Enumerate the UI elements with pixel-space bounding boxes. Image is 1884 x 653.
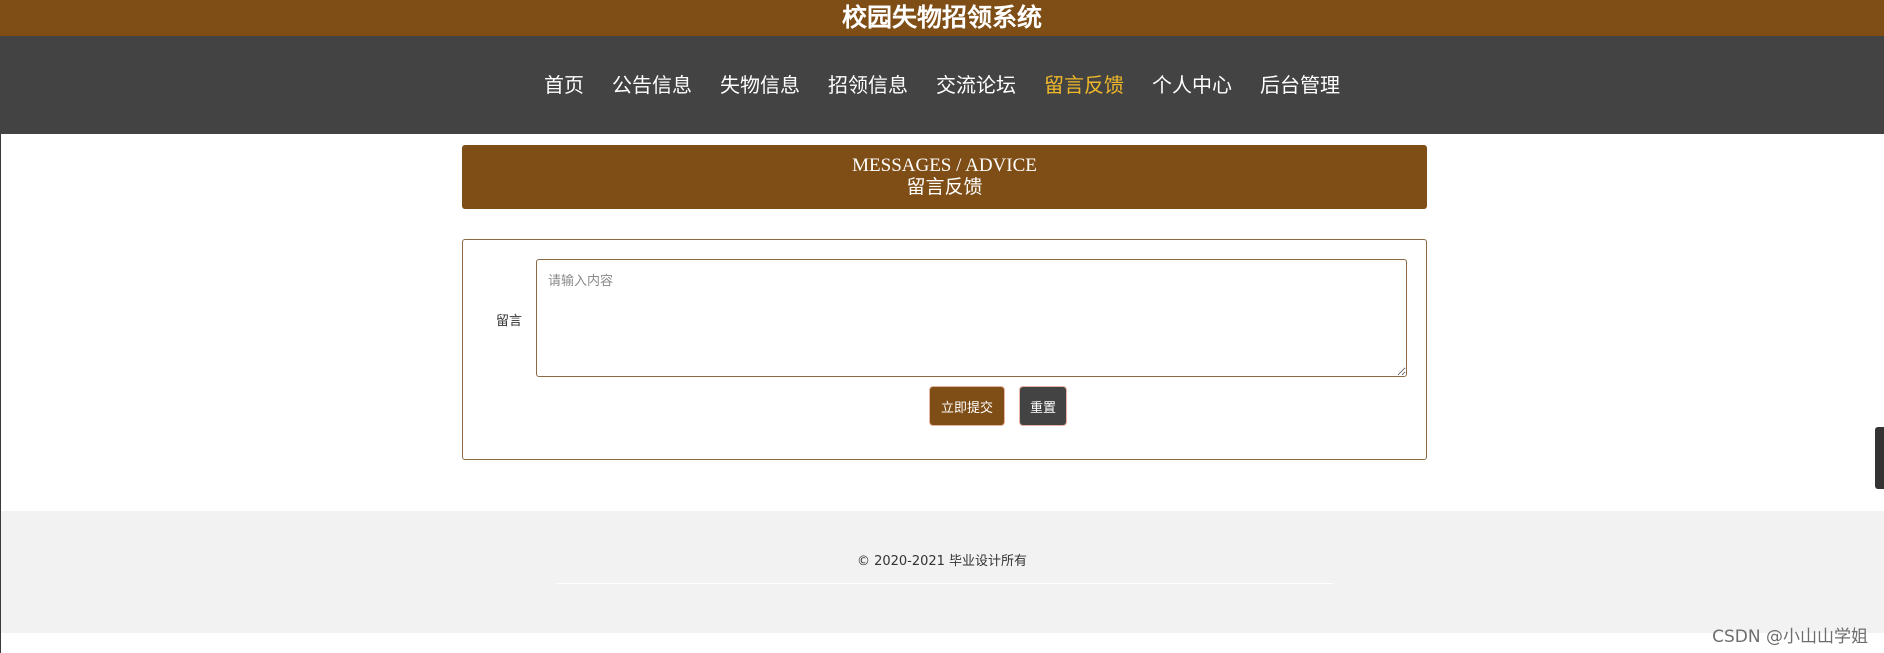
nav-item-announcements[interactable]: 公告信息 [598, 36, 706, 134]
footer: © 2020-2021 毕业设计所有 [0, 511, 1884, 633]
nav-list: 首页 公告信息 失物信息 招领信息 交流论坛 留言反馈 个人中心 后台管理 [0, 36, 1884, 134]
nav-item-admin[interactable]: 后台管理 [1246, 36, 1354, 134]
message-label: 留言 [496, 314, 523, 329]
nav-item-home[interactable]: 首页 [530, 36, 598, 134]
copyright-text: © 2020-2021 毕业设计所有 [856, 554, 1028, 569]
section-header: MESSAGES / ADVICE 留言反馈 [462, 145, 1427, 209]
site-title: 校园失物招领系统 [0, 0, 1884, 36]
message-input[interactable] [536, 259, 1407, 377]
section-title-cn: 留言反馈 [906, 177, 983, 198]
watermark: CSDN @小山山学姐 [1712, 627, 1868, 647]
main-nav: 首页 公告信息 失物信息 招领信息 交流论坛 留言反馈 个人中心 后台管理 [0, 36, 1884, 134]
submit-button[interactable]: 立即提交 [930, 387, 1004, 425]
feedback-form: 留言 立即提交 重置 [462, 239, 1427, 460]
side-floating-tab[interactable] [1875, 427, 1884, 489]
nav-item-profile[interactable]: 个人中心 [1138, 36, 1246, 134]
nav-item-forum[interactable]: 交流论坛 [922, 36, 1030, 134]
page-left-border [0, 134, 1, 653]
nav-item-feedback[interactable]: 留言反馈 [1030, 36, 1138, 134]
footer-divider [557, 583, 1333, 584]
nav-item-lost-items[interactable]: 失物信息 [706, 36, 814, 134]
section-title-en: MESSAGES / ADVICE [852, 155, 1037, 176]
reset-button[interactable]: 重置 [1020, 387, 1066, 425]
nav-item-found-items[interactable]: 招领信息 [814, 36, 922, 134]
